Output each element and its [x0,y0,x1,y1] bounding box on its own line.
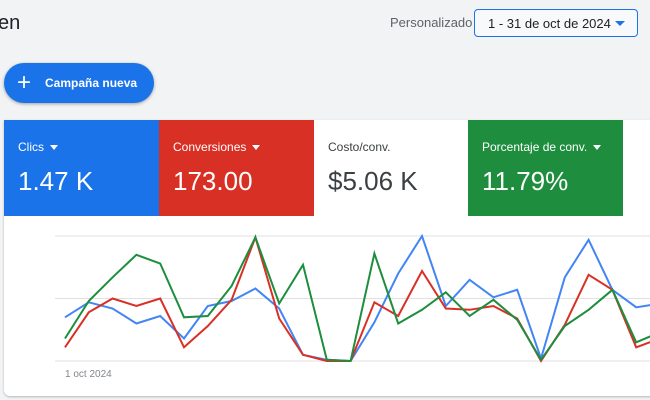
x-axis-start-label: 1 oct 2024 [65,369,112,380]
series-line-conversiones [64,234,650,363]
performance-chart [55,233,650,363]
